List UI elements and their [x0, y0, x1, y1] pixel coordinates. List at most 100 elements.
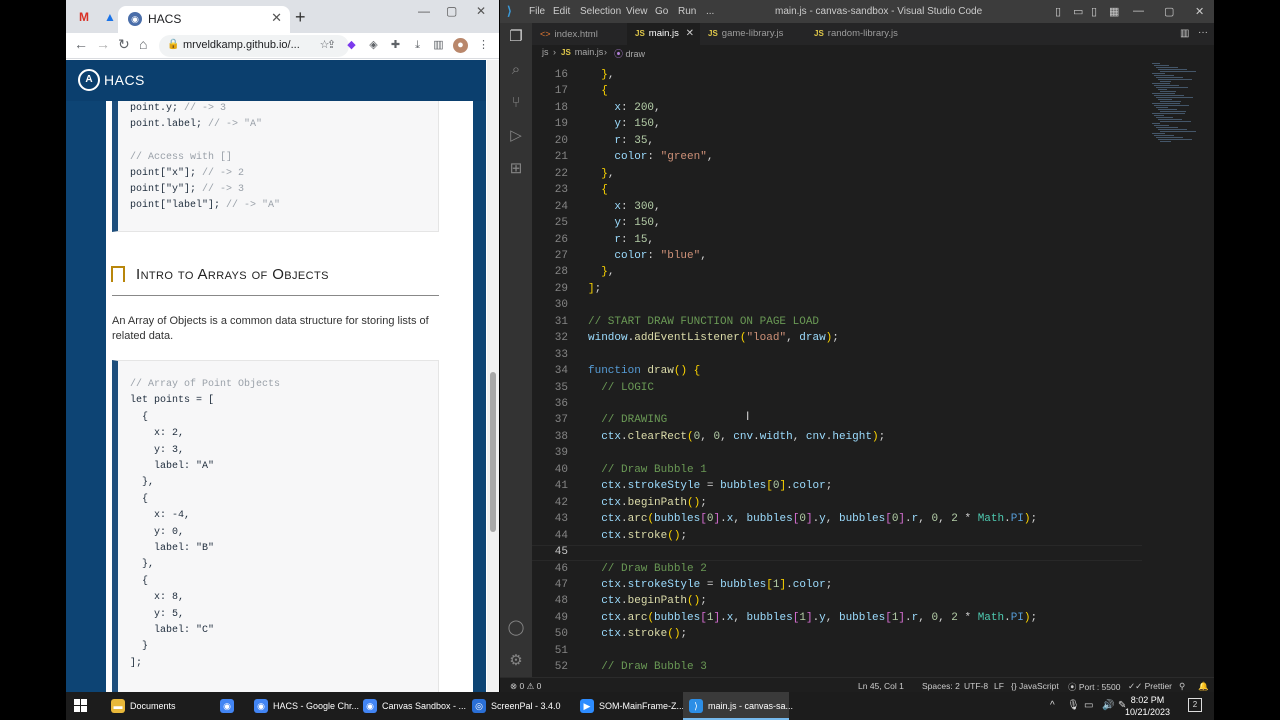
- bookmark-star-icon[interactable]: ☆: [317, 38, 332, 53]
- code-line: let points = [: [130, 395, 215, 406]
- taskbar-item[interactable]: ▬ Documents: [105, 692, 212, 720]
- customize-layout-icon[interactable]: ▦: [1109, 5, 1119, 18]
- back-icon[interactable]: ←: [74, 36, 88, 52]
- close-tab-icon[interactable]: ✕: [271, 10, 282, 26]
- menu-file[interactable]: File: [529, 6, 545, 17]
- toggle-panel-icon[interactable]: ▭: [1073, 5, 1083, 18]
- code-line: {: [601, 85, 608, 98]
- encoding[interactable]: UTF-8: [964, 681, 988, 691]
- line-number: 16: [554, 69, 568, 81]
- feedback-icon[interactable]: ⚲: [1179, 681, 1185, 692]
- manage-gear-icon[interactable]: ⚙: [507, 652, 525, 670]
- taskbar-item[interactable]: ◉ HACS - Google Chr...: [248, 692, 359, 720]
- code-line: y: 150,: [614, 217, 661, 230]
- prettier-status[interactable]: ✓✓ Prettier: [1128, 681, 1172, 692]
- taskbar-item[interactable]: ◎ ScreenPal - 3.4.0: [466, 692, 572, 720]
- code-line: ctx.clearRect(0, 0, cnv.width, cnv.heigh…: [601, 430, 886, 443]
- explorer-icon[interactable]: ❐: [507, 28, 525, 46]
- gmail-icon[interactable]: M: [76, 9, 92, 25]
- forward-icon[interactable]: →: [96, 36, 110, 52]
- breadcrumb-folder[interactable]: js: [542, 47, 549, 57]
- scrollbar-thumb[interactable]: [490, 372, 496, 532]
- menu-edit[interactable]: Edit: [553, 6, 570, 17]
- download-icon[interactable]: ⤓: [410, 38, 425, 53]
- drive-icon[interactable]: ▲: [102, 9, 118, 25]
- new-tab-button[interactable]: +: [295, 7, 306, 28]
- vscode-maximize-icon[interactable]: ▢: [1164, 5, 1174, 18]
- code-line: x: 8,: [130, 592, 185, 603]
- volume-icon[interactable]: 🔊: [1102, 700, 1114, 711]
- chrome-menu-icon[interactable]: ⋮: [476, 38, 491, 53]
- code-line: // Array of Point Objects: [130, 379, 281, 390]
- menu-run[interactable]: Run: [678, 6, 696, 17]
- site-name[interactable]: HACS: [104, 72, 145, 88]
- system-clock[interactable]: 8:02 PM 10/21/2023: [1125, 694, 1170, 718]
- hacs-logo[interactable]: A: [78, 69, 100, 91]
- vscode-close-icon[interactable]: ✕: [1195, 5, 1204, 18]
- windows-start-icon[interactable]: [74, 699, 88, 713]
- tab-main-js[interactable]: JS main.js ✕: [627, 23, 700, 45]
- minimap[interactable]: [1152, 59, 1212, 159]
- account-icon[interactable]: ◯: [507, 619, 525, 637]
- more-actions-icon[interactable]: ···: [1198, 27, 1208, 38]
- extension-icon[interactable]: ◈: [366, 38, 381, 53]
- chrome-tab-hacs[interactable]: ◉ HACS ✕: [118, 6, 290, 33]
- microphone-icon[interactable]: 🎙: [1067, 700, 1080, 711]
- minimap-stroke: [1158, 119, 1182, 120]
- source-control-icon[interactable]: ⑂: [507, 94, 525, 112]
- split-editor-icon[interactable]: ▥: [1180, 28, 1189, 39]
- minimap-stroke: [1160, 111, 1186, 112]
- tray-chevron-icon[interactable]: ^: [1050, 700, 1055, 711]
- cursor-position[interactable]: Ln 45, Col 1: [858, 681, 904, 691]
- menu-more[interactable]: ...: [706, 6, 714, 17]
- menu-view[interactable]: View: [626, 6, 648, 17]
- line-number: 39: [554, 447, 568, 460]
- code-line: window.addEventListener("load", draw);: [588, 332, 839, 345]
- tab-random-library-js[interactable]: JS random-library.js: [806, 23, 918, 45]
- code-line: {: [130, 494, 149, 505]
- close-tab-icon[interactable]: ✕: [686, 23, 694, 45]
- sidepanel-icon[interactable]: ▥: [431, 38, 446, 53]
- code-line: x: 200,: [614, 101, 661, 114]
- vscode-minimize-icon[interactable]: —: [1133, 5, 1144, 17]
- tab-index-html[interactable]: <> index.html: [532, 23, 627, 45]
- menu-go[interactable]: Go: [655, 6, 668, 17]
- indentation[interactable]: Spaces: 2: [922, 681, 960, 691]
- reload-icon[interactable]: ↻: [118, 36, 130, 53]
- extensions-icon[interactable]: ⊞: [507, 160, 525, 178]
- chrome-minimize-icon[interactable]: —: [418, 4, 430, 18]
- taskbar-item[interactable]: ▶ SOM-MainFrame-Z...: [574, 692, 684, 720]
- code-line: ctx.strokeStyle = bubbles[1].color;: [601, 578, 833, 591]
- minimap-stroke: [1152, 103, 1180, 104]
- tab-game-library-js[interactable]: JS game-library.js: [700, 23, 806, 45]
- extension-purple-icon[interactable]: ◆: [344, 38, 359, 53]
- chrome-close-icon[interactable]: ✕: [476, 4, 486, 18]
- line-number: 38: [554, 430, 568, 443]
- toggle-secondary-sidebar-icon[interactable]: ▯: [1091, 5, 1097, 18]
- profile-avatar[interactable]: ●: [453, 38, 468, 53]
- home-icon[interactable]: ⌂: [139, 36, 147, 52]
- chrome-maximize-icon[interactable]: ▢: [446, 4, 457, 18]
- notification-center-icon[interactable]: 2: [1188, 698, 1202, 712]
- minimap-stroke: [1160, 131, 1196, 132]
- taskbar-item[interactable]: ◉ Canvas Sandbox - ...: [357, 692, 466, 720]
- language-mode[interactable]: {} JavaScript: [1011, 681, 1059, 691]
- run-debug-icon[interactable]: ▷: [507, 127, 525, 145]
- live-server-port[interactable]: ⦿ Port : 5500: [1068, 681, 1120, 692]
- notifications-bell-icon[interactable]: 🔔: [1198, 681, 1209, 692]
- code-editor[interactable]: 16 17 18 19 20 21 22 23 24 25 26 27 28 29 30 31 32 33 34 35…: [532, 59, 1214, 677]
- minimap-stroke: [1154, 95, 1184, 96]
- puzzle-icon[interactable]: ✚: [388, 38, 403, 53]
- menu-selection[interactable]: Selection: [580, 6, 621, 17]
- end-of-line[interactable]: LF: [994, 681, 1004, 691]
- network-icon[interactable]: ▭: [1084, 700, 1093, 711]
- search-icon[interactable]: ⌕: [507, 61, 525, 79]
- code-line: // Draw Bubble 1: [601, 463, 707, 476]
- breadcrumb-file[interactable]: JS main.js: [561, 47, 603, 57]
- code-line: x: 300,: [614, 200, 661, 213]
- page-scrollbar[interactable]: [487, 60, 499, 692]
- toggle-sidebar-icon[interactable]: ▯: [1055, 5, 1061, 18]
- problems-indicator[interactable]: ⊗ 0 ⚠ 0: [510, 681, 541, 692]
- taskbar-item[interactable]: ⟩ main.js - canvas-sa...: [683, 692, 793, 720]
- taskbar-item[interactable]: ◉: [214, 692, 244, 720]
